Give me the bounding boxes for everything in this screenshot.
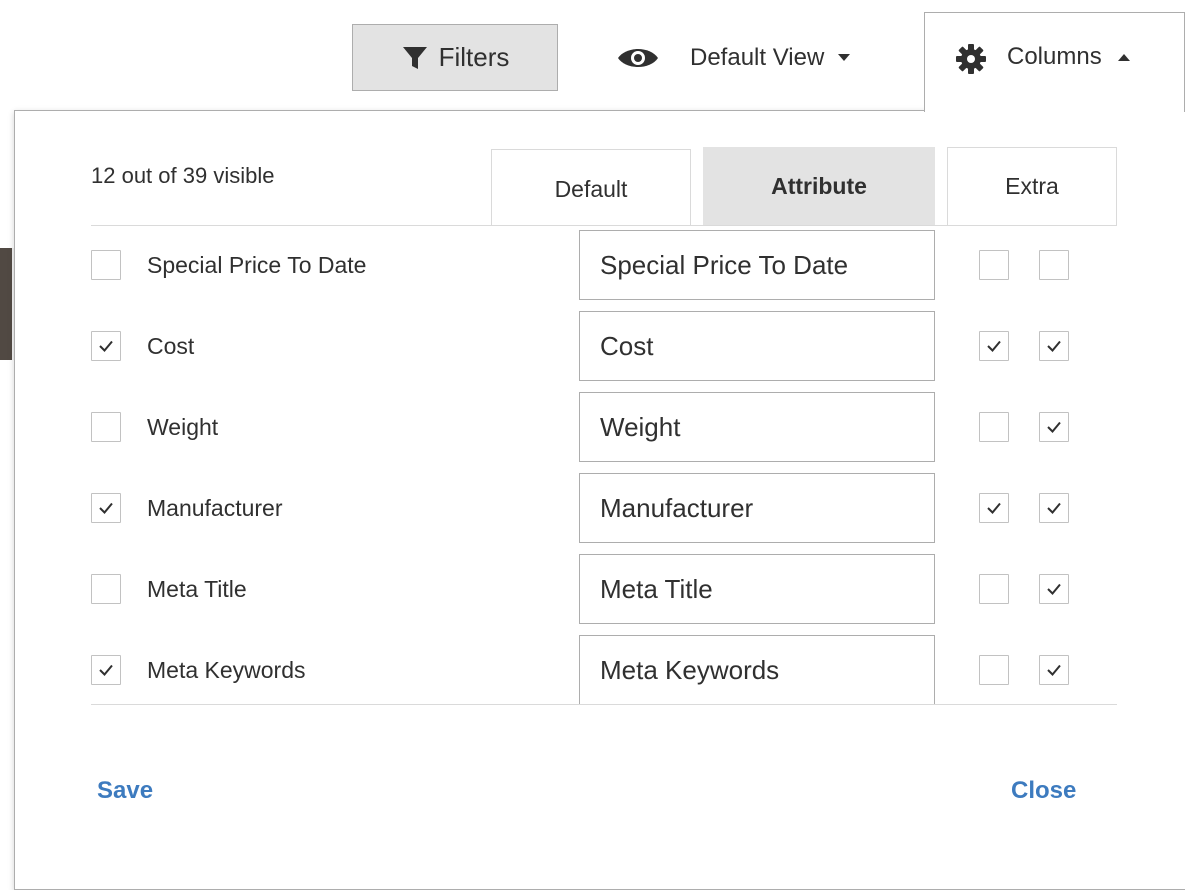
tabs-divider (91, 225, 1117, 226)
column-label: Meta Keywords (147, 657, 306, 683)
column-label: Meta Title (147, 576, 247, 602)
caret-down-icon (838, 54, 851, 61)
column-label: Weight (147, 414, 219, 440)
eye-icon (616, 43, 660, 73)
column-title-input[interactable] (579, 392, 935, 462)
column-row: Meta Title (15, 554, 1185, 635)
column-extra-checkbox-1[interactable] (979, 412, 1009, 442)
tab-extra[interactable]: Extra (947, 147, 1117, 225)
column-title-input[interactable] (579, 635, 935, 705)
column-extra-checkbox-2[interactable] (1039, 493, 1069, 523)
column-visible-checkbox[interactable] (91, 655, 121, 685)
column-extra-checkbox-2[interactable] (1039, 412, 1069, 442)
column-extra-checkbox-1[interactable] (979, 655, 1009, 685)
column-visible-checkbox[interactable] (91, 331, 121, 361)
column-extra-checkbox-1[interactable] (979, 331, 1009, 361)
grid-row-marker (0, 248, 12, 360)
columns-label: Columns (1007, 43, 1102, 70)
close-button[interactable]: Close (1011, 777, 1076, 805)
column-row: Manufacturer (15, 473, 1185, 554)
column-visible-checkbox[interactable] (91, 493, 121, 523)
footer-divider (91, 704, 1117, 705)
funnel-icon (401, 44, 429, 72)
column-visible-checkbox[interactable] (91, 250, 121, 280)
column-row: Special Price To Date (15, 230, 1185, 311)
column-extra-checkbox-1[interactable] (979, 250, 1009, 280)
column-label: Special Price To Date (147, 252, 367, 278)
column-label: Manufacturer (147, 495, 283, 521)
column-title-input[interactable] (579, 311, 935, 381)
tab-attribute[interactable]: Attribute (703, 147, 935, 225)
columns-button[interactable]: Columns (924, 12, 1185, 112)
column-extra-checkbox-2[interactable] (1039, 655, 1069, 685)
visible-count: 12 out of 39 visible (91, 163, 275, 188)
view-label: Default View (690, 43, 825, 71)
column-title-input[interactable] (579, 554, 935, 624)
column-title-input[interactable] (579, 473, 935, 543)
column-extra-checkbox-1[interactable] (979, 574, 1009, 604)
column-title-input[interactable] (579, 230, 935, 300)
filters-button[interactable]: Filters (352, 24, 558, 91)
filters-label: Filters (438, 42, 510, 72)
column-label: Cost (147, 333, 195, 359)
save-button[interactable]: Save (97, 777, 153, 805)
columns-panel: 12 out of 39 visible Default Attribute E… (14, 110, 1185, 890)
tab-default[interactable]: Default (491, 149, 691, 225)
column-row: Weight (15, 392, 1185, 473)
gear-icon (955, 43, 987, 75)
column-extra-checkbox-2[interactable] (1039, 574, 1069, 604)
column-extra-checkbox-2[interactable] (1039, 331, 1069, 361)
column-visible-checkbox[interactable] (91, 412, 121, 442)
column-visible-checkbox[interactable] (91, 574, 121, 604)
default-view-dropdown[interactable]: Default View (600, 24, 900, 91)
caret-up-icon (1117, 54, 1130, 61)
column-extra-checkbox-2[interactable] (1039, 250, 1069, 280)
column-extra-checkbox-1[interactable] (979, 493, 1009, 523)
column-row: Cost (15, 311, 1185, 392)
